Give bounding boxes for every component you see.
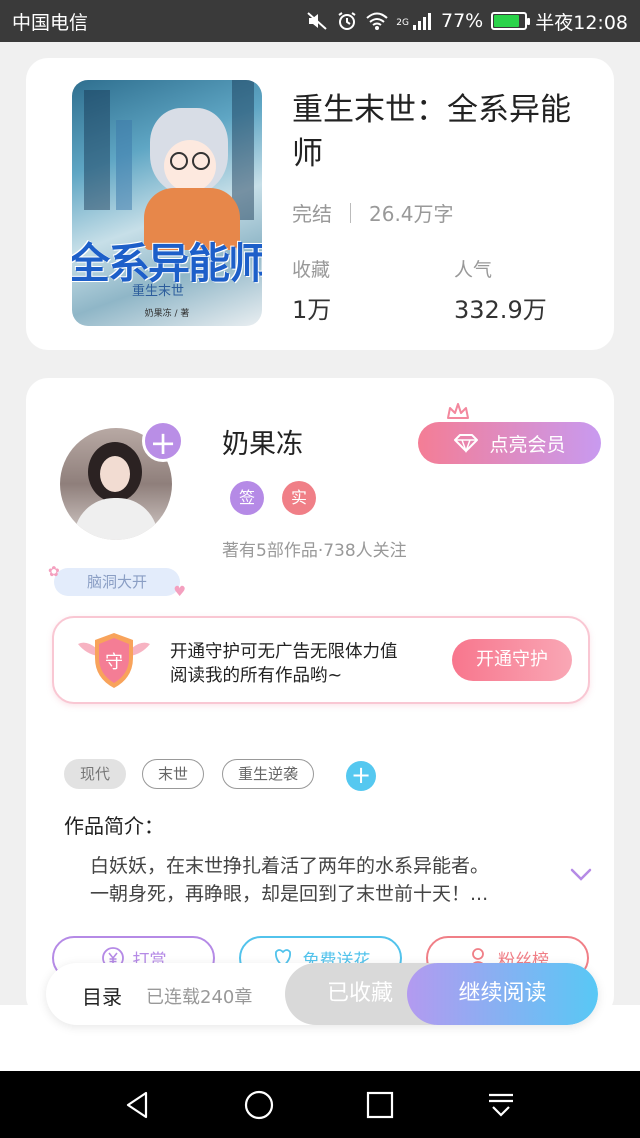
signed-badge: 签 — [230, 481, 264, 515]
intro-label: 作品简介： — [64, 814, 164, 838]
author-badge: ✿ 脑洞大开 ♥ — [48, 564, 186, 600]
back-icon[interactable] — [122, 1089, 154, 1121]
verified-badge: 实 — [282, 481, 316, 515]
author-card: + ✿ 脑洞大开 ♥ 奶果冻 点亮会员 签 实 著有5部作品·738人关注 守 … — [26, 378, 614, 1018]
meta-divider — [350, 202, 351, 223]
carrier-name: 中国电信 — [12, 11, 89, 34]
guard-line-2: 阅读我的所有作品哟~ — [170, 666, 343, 686]
follow-author-button[interactable]: + — [142, 420, 184, 462]
favorites-value: 1万 — [292, 296, 332, 324]
expand-chevron-icon[interactable] — [570, 868, 592, 882]
cover-author: 奶果冻 / 著 — [144, 309, 190, 319]
plus-icon: + — [149, 424, 177, 462]
home-icon[interactable] — [243, 1089, 275, 1121]
mute-icon — [306, 11, 328, 31]
intro-line-1: 白妖妖，在末世挣扎着活了两年的水系异能者。 — [90, 855, 490, 877]
author-badge-label: 脑洞大开 — [86, 573, 147, 591]
book-meta: 完结 26.4万字 — [292, 198, 454, 227]
battery-percent: 77% — [441, 10, 484, 32]
wifi-icon — [366, 11, 388, 31]
author-works-info: 著有5部作品·738人关注 — [222, 541, 407, 561]
system-nav-bar — [0, 1071, 640, 1138]
alarm-icon — [336, 11, 358, 31]
genre-tag-rebirth[interactable]: 重生逆袭 — [222, 759, 314, 789]
vip-member-button[interactable]: 点亮会员 — [418, 422, 601, 464]
battery-icon — [491, 12, 531, 30]
status-bar: 中国电信 2G 77% 半夜12:08 — [0, 0, 640, 42]
cover-subtitle: 重生末世 — [132, 284, 185, 299]
catalog-button[interactable]: 目录 — [82, 981, 122, 1010]
popularity-value: 332.9万 — [454, 296, 547, 324]
guard-line-1: 开通守护可无广告无限体力值 — [170, 642, 398, 662]
guard-promo-banner: 守 开通守护可无广告无限体力值 阅读我的所有作品哟~ 开通守护 — [52, 616, 590, 704]
continue-reading-button[interactable]: 继续阅读 — [407, 963, 598, 1025]
book-cover[interactable]: 全系异能师 重生末世 奶果冻 / 著 — [72, 80, 262, 326]
open-guard-button[interactable]: 开通守护 — [452, 639, 572, 681]
guard-description: 开通守护可无广告无限体力值 阅读我的所有作品哟~ — [170, 640, 398, 688]
genre-tag-modern[interactable]: 现代 — [64, 759, 126, 789]
vip-member-label: 点亮会员 — [489, 433, 566, 456]
sparkle-icon: ✿ — [48, 564, 60, 580]
bottom-action-bar: 目录 已连载240章 已收藏 继续阅读 — [46, 963, 598, 1025]
clock: 半夜12:08 — [535, 11, 628, 34]
author-name: 奶果冻 — [222, 429, 303, 460]
favorites-label: 收藏 — [292, 259, 331, 281]
book-title: 重生末世：全系异能师 — [292, 92, 571, 172]
intro-line-2: 一朝身死，再睁眼，却是回到了末世前十天！... — [90, 883, 489, 905]
intro-text[interactable]: 白妖妖，在末世挣扎着活了两年的水系异能者。 一朝身死，再睁眼，却是回到了末世前十… — [90, 852, 530, 908]
guard-shield-char: 守 — [105, 652, 123, 673]
popularity-label: 人气 — [454, 259, 493, 281]
signal-icon — [411, 11, 433, 31]
genre-tag-apocalypse[interactable]: 末世 — [142, 759, 204, 789]
diamond-icon — [454, 434, 479, 453]
plus-icon: + — [350, 761, 372, 789]
notification-pull-icon[interactable] — [485, 1089, 517, 1121]
book-status: 完结 — [292, 202, 332, 226]
chapter-count[interactable]: 已连载240章 — [146, 983, 252, 1009]
network-type: 2G — [396, 17, 409, 28]
heart-icon: ♥ — [173, 584, 186, 600]
book-word-count: 26.4万字 — [369, 202, 454, 226]
add-genre-button[interactable]: + — [346, 761, 376, 791]
crown-icon — [447, 403, 469, 419]
guard-shield-icon: 守 — [78, 633, 150, 688]
book-info-card: 全系异能师 重生末世 奶果冻 / 著 重生末世：全系异能师 完结 26.4万字 … — [26, 58, 614, 350]
recents-icon[interactable] — [364, 1089, 396, 1121]
